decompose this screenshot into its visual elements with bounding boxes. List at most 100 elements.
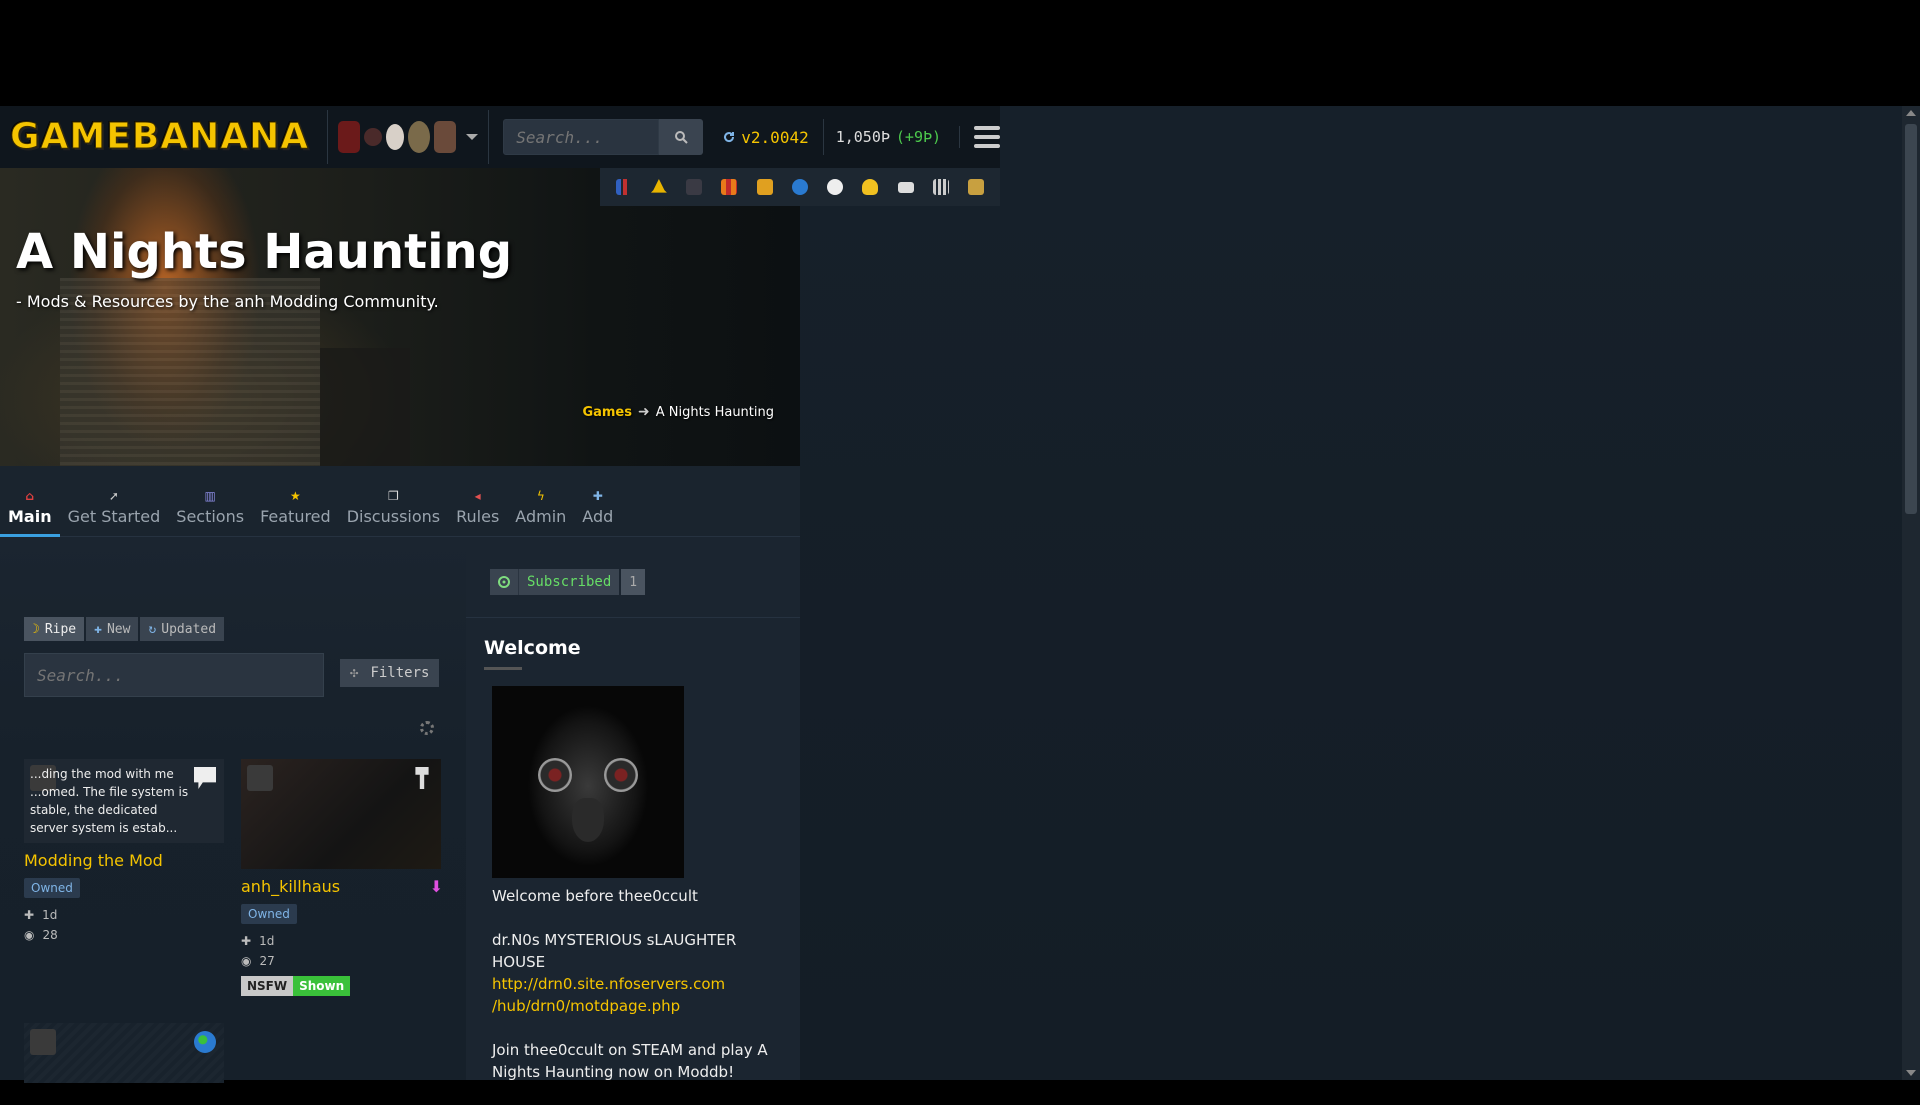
game-subtitle: - Mods & Resources by the anh Modding Co… bbox=[16, 292, 439, 311]
tab-label: Admin bbox=[515, 507, 567, 526]
scroll-up-icon[interactable] bbox=[1906, 110, 1916, 116]
card-views: ◉ 27 bbox=[241, 954, 443, 968]
folder-icon[interactable] bbox=[756, 179, 773, 195]
banner-image-shadow bbox=[320, 348, 410, 466]
bank-icon[interactable] bbox=[933, 179, 950, 195]
mail-icon[interactable] bbox=[897, 181, 914, 193]
subscribed-button[interactable]: Subscribed bbox=[518, 569, 620, 595]
tab-main[interactable]: ⌂ Main bbox=[0, 489, 60, 537]
card-excerpt: ...ding the mod with me ...omed. The fil… bbox=[30, 767, 189, 835]
nsfw-toggle[interactable]: NSFW Shown bbox=[241, 976, 443, 996]
search-button[interactable] bbox=[659, 119, 704, 155]
plus-icon: ✚ bbox=[592, 489, 603, 503]
version-text: v2.0042 bbox=[741, 127, 809, 147]
scrollbar[interactable] bbox=[1902, 106, 1920, 1080]
game-title: A Nights Haunting bbox=[16, 224, 513, 280]
sort-new-button[interactable]: ✚ New bbox=[86, 617, 139, 641]
tab-label: Add bbox=[582, 507, 614, 526]
chat-icon: ❐ bbox=[388, 489, 399, 503]
card-thumbnail[interactable] bbox=[241, 759, 441, 869]
avatar-icon[interactable] bbox=[686, 179, 703, 195]
clipboard-icon[interactable] bbox=[968, 179, 985, 195]
megaphone-icon: ◂ bbox=[474, 489, 481, 503]
avatar[interactable] bbox=[364, 128, 383, 146]
scroll-down-icon[interactable] bbox=[1906, 1070, 1916, 1076]
tab-discussions[interactable]: ❐ Discussions bbox=[339, 489, 448, 536]
header-search-input[interactable] bbox=[503, 119, 660, 155]
card-title[interactable]: anh_killhaus bbox=[241, 877, 340, 896]
points-display[interactable]: 1,050Þ (+9Þ) bbox=[822, 119, 941, 155]
card-age: ✚ 1d bbox=[24, 908, 224, 922]
card-thumbnail[interactable]: ...ding the mod with me ...omed. The fil… bbox=[24, 759, 224, 843]
welcome-line: dr.N0s MYSTERIOUS sLAUGHTER HOUSE http:/… bbox=[492, 929, 782, 1017]
chevron-down-icon[interactable] bbox=[466, 134, 479, 140]
plus-icon: ✚ bbox=[94, 621, 102, 637]
gamebanana-logo[interactable]: GAMEBANANA bbox=[9, 115, 327, 159]
breadcrumb-games-link[interactable]: Games bbox=[582, 405, 632, 420]
feed-search-input[interactable] bbox=[24, 653, 324, 697]
avatar[interactable] bbox=[408, 121, 431, 153]
owned-badge: Owned bbox=[24, 878, 80, 898]
nsfw-state[interactable]: Shown bbox=[293, 976, 351, 996]
gear-icon[interactable] bbox=[420, 721, 434, 735]
views-text: 28 bbox=[42, 928, 58, 942]
avatar[interactable] bbox=[434, 121, 457, 153]
plus-icon: ✚ bbox=[24, 908, 35, 922]
banana-icon: ☽ bbox=[32, 621, 40, 637]
motd-link-path[interactable]: /hub/drn0/motdpage.php bbox=[492, 995, 782, 1017]
divider bbox=[488, 110, 490, 164]
avatar[interactable] bbox=[338, 121, 361, 153]
globe-icon[interactable] bbox=[791, 179, 808, 195]
divider bbox=[466, 617, 800, 618]
game-nav: ⌂ Main ➚ Get Started ▥ Sections ★ Featur… bbox=[0, 466, 800, 537]
sort-ripe-button[interactable]: ☽ Ripe bbox=[24, 617, 85, 641]
breadcrumb: Games ➜ A Nights Haunting bbox=[582, 404, 774, 420]
home-icon: ⌂ bbox=[25, 489, 35, 503]
submission-card[interactable]: ...ding the mod with me ...omed. The fil… bbox=[24, 759, 224, 942]
filter-icon: ✣ bbox=[350, 665, 359, 681]
plus-icon: ✚ bbox=[241, 934, 252, 948]
tab-sections[interactable]: ▥ Sections bbox=[168, 489, 252, 536]
scrollbar-thumb[interactable] bbox=[1905, 124, 1917, 514]
tab-admin[interactable]: ϟ Admin bbox=[507, 489, 574, 536]
menu-icon[interactable] bbox=[959, 126, 1000, 148]
bulb-icon[interactable] bbox=[862, 179, 879, 195]
avatar[interactable] bbox=[386, 124, 405, 150]
tab-label: Featured bbox=[260, 507, 331, 526]
version-link[interactable]: v2.0042 bbox=[723, 127, 809, 147]
sort-buttons: ☽ Ripe ✚ New ↻ Updated bbox=[24, 617, 225, 641]
refresh-icon: ↻ bbox=[148, 621, 157, 637]
card-thumbnail[interactable] bbox=[24, 1023, 224, 1083]
owned-badge: Owned bbox=[241, 904, 297, 924]
sort-updated-button[interactable]: ↻ Updated bbox=[140, 617, 225, 641]
discussion-icon bbox=[194, 767, 216, 789]
submission-card[interactable]: anh_killhaus ⬇ Owned ✚ 1d ◉ 27 NSFW Shown bbox=[241, 759, 443, 996]
tab-get-started[interactable]: ➚ Get Started bbox=[60, 489, 169, 536]
stats-icon[interactable] bbox=[615, 179, 632, 195]
page: GAMEBANANA v2.0042 1,050Þ (+9Þ) bbox=[0, 106, 1920, 1083]
tab-add[interactable]: ✚ Add bbox=[574, 489, 621, 536]
tab-rules[interactable]: ◂ Rules bbox=[448, 489, 507, 536]
lightning-icon: ϟ bbox=[536, 489, 545, 503]
motd-link[interactable]: http://drn0.site.nfoservers.com bbox=[492, 973, 782, 995]
download-icon[interactable]: ⬇ bbox=[430, 877, 443, 896]
filters-label: Filters bbox=[370, 665, 430, 681]
breadcrumb-current: A Nights Haunting bbox=[655, 404, 774, 420]
recent-avatars[interactable] bbox=[328, 121, 488, 153]
welcome-line: Join thee0ccult on STEAM and play A Nigh… bbox=[492, 1041, 768, 1081]
palette-icon[interactable] bbox=[827, 179, 844, 195]
submission-card[interactable] bbox=[24, 1023, 224, 1083]
owner-avatar[interactable] bbox=[30, 1029, 56, 1055]
bell-icon[interactable] bbox=[650, 179, 667, 193]
welcome-heading: Welcome bbox=[484, 637, 581, 670]
grid-icon[interactable] bbox=[721, 179, 738, 195]
card-title-row: anh_killhaus ⬇ bbox=[241, 869, 443, 896]
filters-button[interactable]: ✣ Filters bbox=[340, 659, 440, 687]
gasmask-filter bbox=[572, 798, 604, 842]
owner-avatar[interactable] bbox=[247, 765, 273, 791]
card-title[interactable]: Modding the Mod bbox=[24, 851, 224, 870]
tab-featured[interactable]: ★ Featured bbox=[252, 489, 339, 536]
card-age: ✚ 1d bbox=[241, 934, 443, 948]
subscribe-icon[interactable] bbox=[490, 569, 518, 595]
tab-label: Get Started bbox=[67, 507, 161, 526]
